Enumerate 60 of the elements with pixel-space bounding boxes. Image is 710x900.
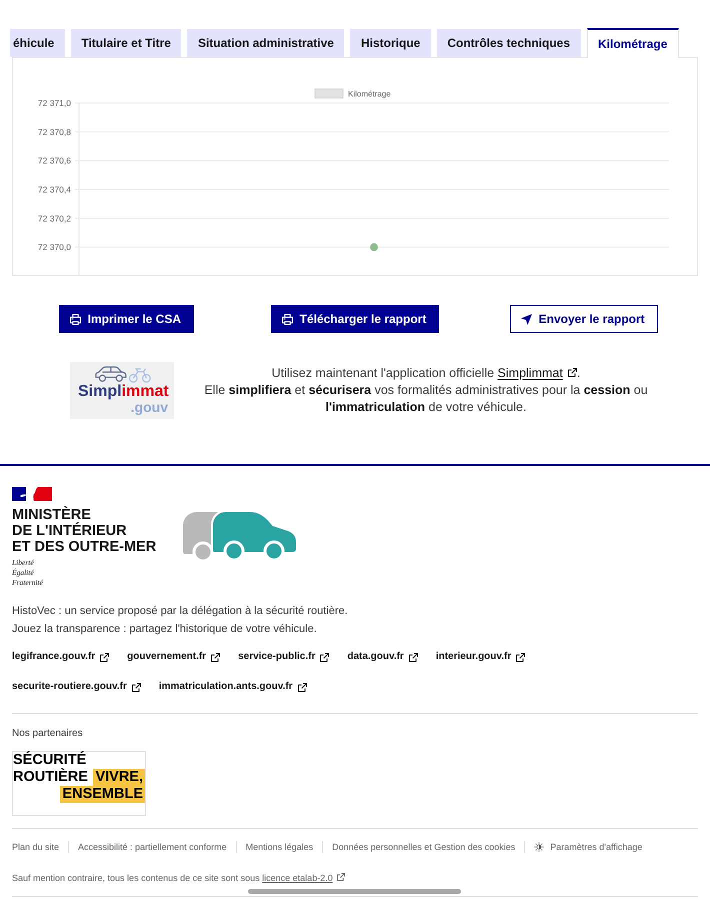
axis-tick-label: 72 370,2 [38,213,71,224]
partner-logo-text: ROUTIÈRE [13,769,88,786]
footer-description: HistoVec : un service proposé par la délégation à la sécurité routière. [12,604,349,619]
partner-logo-text: ENSEMBLE [60,786,145,803]
footer-bottom-link[interactable]: Plan du site [12,840,60,854]
footer-link[interactable]: gouvernement.fr [127,650,220,664]
footer-link[interactable]: securite-routiere.gouv.fr [12,680,141,694]
license-text: Sauf mention contraire, tous les contenus de ce site sont sous licence etalab-2.0 [12,871,698,885]
footer-link[interactable]: immatriculation.ants.gouv.fr [158,680,307,694]
promo-text: Utilisez maintenant l'application officielle Simplimmat . Elle simplifiera et sécurisera vos formalités administratives pour la cession ou l'immatriculation de votre véhicule. [203,365,649,416]
footer-bottom-link[interactable]: Mentions légales [246,840,314,854]
footer-bottom-link[interactable]: Accessibilité : partiellement conforme [78,840,227,854]
simplimmat-link[interactable]: Simplimmat [498,366,577,380]
tab[interactable]: Contrôles techniques [436,29,581,57]
axis-tick-label: 72 370,0 [38,242,71,252]
gouv-suffix: .gouv [130,400,168,414]
legend-label: Kilométrage [348,90,391,98]
display-settings-button[interactable]: Paramètres d'affichage [534,840,642,854]
sun-icon [534,842,544,852]
footer-link[interactable]: legifrance.gouv.fr [12,650,110,664]
footer-description: Jouez la transparence : partagez l'historique de votre véhicule. [12,622,318,637]
footer-link[interactable]: interieur.gouv.fr [436,650,526,664]
external-link-icon [568,368,577,377]
flag-icon [12,487,52,501]
car-and-bicycle-icon [94,366,152,383]
axis-tick-label: 72 371,0 [38,98,71,108]
footer-link[interactable]: data.gouv.fr [347,650,418,664]
legend-swatch-icon [314,88,344,98]
external-link-icon [336,873,345,881]
action-button[interactable]: Télécharger le rapport [270,305,440,333]
external-link-icon [211,652,220,662]
tab[interactable]: Titulaire et Titre [70,29,182,57]
ministry-name: MINISTÈRE [12,507,91,523]
ministry-name: ET DES OUTRE-MER [12,539,158,555]
footer-bottom-link[interactable]: Données personnelles et Gestion des cookies [332,840,516,854]
axis-tick-label: 72 370,8 [38,126,71,137]
action-button[interactable]: Envoyer le rapport [510,305,658,333]
partner-logo-text: VIVRE, [93,769,145,786]
tab[interactable]: Historique [350,29,431,57]
partner-logo-text: SÉCURITÉ [13,752,86,768]
printer-icon [70,314,81,324]
axis-tick-label: 72 370,4 [38,184,71,194]
tab[interactable]: Kilométrage [586,28,679,58]
printer-icon [282,314,293,324]
external-link-icon [320,652,330,662]
simplimmat-wordmark: Simplimmat [78,383,169,400]
send-icon [520,314,532,324]
external-link-icon [408,652,418,662]
external-link-icon [298,682,307,692]
axis-tick-label: 72 370,6 [38,156,71,166]
action-button[interactable]: Imprimer le CSA [58,305,194,333]
external-link-icon [516,652,526,662]
external-link-icon [132,682,141,692]
partners-heading: Nos partenaires [12,727,84,740]
ministry-name: DE L'INTÉRIEUR [12,523,128,539]
license-link[interactable]: licence etalab-2.0 [262,873,345,883]
tab[interactable]: éhicule [10,29,65,57]
footer-link[interactable]: service-public.fr [238,650,330,664]
external-link-icon [100,652,110,662]
tab[interactable]: Situation administrative [187,29,344,57]
